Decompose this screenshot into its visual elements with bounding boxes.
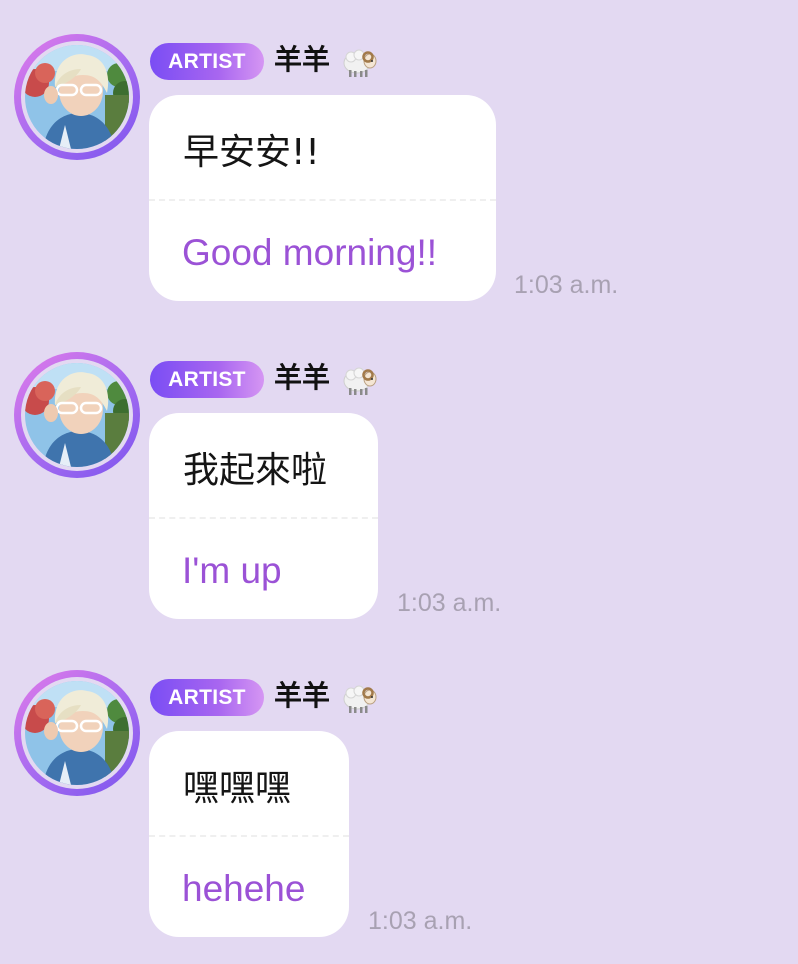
artist-badge: ARTIST: [150, 361, 264, 398]
divider: [149, 835, 349, 837]
artist-badge: ARTIST: [150, 679, 264, 716]
message-row: ARTIST 羊羊 嘿嘿嘿 hehehe 1:03 a.m.: [0, 636, 798, 937]
message-bubble[interactable]: 早安安!! Good morning!!: [149, 95, 496, 301]
message-bubble[interactable]: 我起來啦 I'm up: [149, 413, 378, 619]
sheep-icon: [342, 366, 378, 397]
translation-text: I'm up: [182, 550, 282, 591]
divider: [149, 517, 378, 519]
message-bubble[interactable]: 嘿嘿嘿 hehehe: [149, 731, 349, 937]
profile-photo: [25, 45, 129, 149]
sheep-icon: [342, 684, 378, 715]
sheep-icon: [342, 48, 378, 79]
avatar[interactable]: [14, 352, 140, 478]
message-row: ARTIST 羊羊 我起來啦 I'm up 1:03 a.m.: [0, 318, 798, 619]
avatar-ring-gap: [21, 359, 133, 471]
avatar-ring-gap: [21, 41, 133, 153]
timestamp: 1:03 a.m.: [368, 907, 473, 935]
profile-photo: [25, 681, 129, 785]
avatar[interactable]: [14, 34, 140, 160]
original-text: 我起來啦: [183, 450, 328, 491]
message-row: ARTIST 羊羊 早安安!! Good morning!! 1:03 a.m.: [0, 0, 798, 301]
translation-text: hehehe: [182, 868, 306, 909]
avatar-ring-gap: [21, 677, 133, 789]
sender-name: 羊羊: [274, 43, 331, 76]
original-text: 早安安!!: [183, 132, 320, 173]
profile-photo: [25, 363, 129, 467]
sender-name: 羊羊: [274, 679, 331, 712]
original-text: 嘿嘿嘿: [183, 768, 292, 809]
timestamp: 1:03 a.m.: [514, 271, 619, 299]
divider: [149, 199, 496, 201]
avatar[interactable]: [14, 670, 140, 796]
artist-badge: ARTIST: [150, 43, 264, 80]
timestamp: 1:03 a.m.: [397, 589, 502, 617]
translation-text: Good morning!!: [182, 232, 438, 273]
sender-name: 羊羊: [274, 361, 331, 394]
